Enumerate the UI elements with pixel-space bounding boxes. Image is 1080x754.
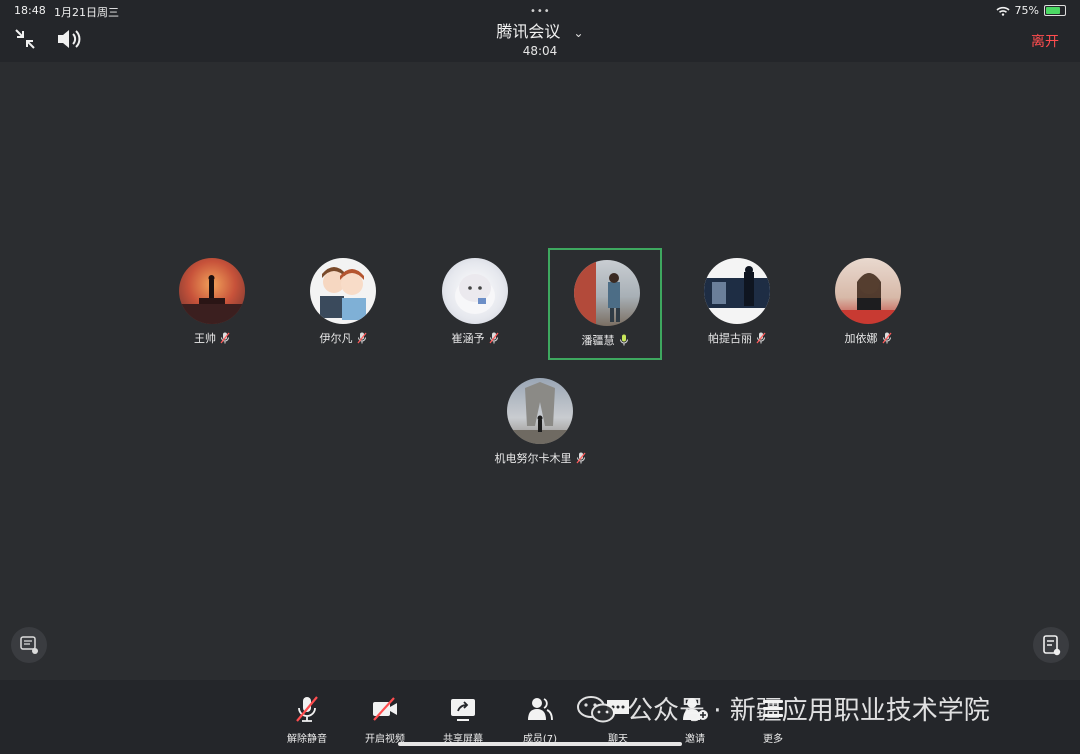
wechat-logo-icon (577, 695, 615, 722)
chat-bubble-toggle-button[interactable] (11, 627, 47, 663)
participant-tile[interactable]: 崔涵予 (418, 248, 532, 360)
share-screen-button[interactable]: 共享屏幕 (433, 694, 493, 745)
mic-off-icon (296, 696, 318, 722)
start-video-button[interactable]: 开启视频 (355, 694, 415, 745)
leave-button[interactable]: 离开 (1031, 31, 1059, 51)
mic-muted-icon (220, 332, 230, 344)
watermark: 公众号 · 新疆应用职业技术学院 (575, 690, 990, 727)
participant-tile[interactable]: 伊尔凡 (286, 248, 400, 360)
participant-name: 王帅 (194, 332, 216, 345)
members-button[interactable]: 成员(7) (510, 694, 570, 745)
avatar (574, 260, 640, 326)
mic-muted-icon (356, 332, 367, 344)
avatar (704, 258, 770, 324)
participant-tile[interactable]: 帕提古丽 (680, 248, 794, 360)
share-screen-icon (451, 699, 475, 721)
battery-icon (1044, 5, 1066, 16)
battery-fill (1046, 7, 1060, 14)
home-indicator[interactable] (398, 742, 682, 746)
participant-name: 伊尔凡 (319, 332, 353, 345)
participant-name: 潘疆慧 (581, 334, 615, 347)
multitask-dots-icon[interactable]: ••• (530, 6, 551, 17)
participant-name: 崔涵予 (451, 332, 485, 345)
mic-muted-icon (881, 332, 892, 344)
meeting-title-button[interactable]: 腾讯会议 ⌄ (0, 18, 1080, 42)
battery-percent: 75% (1014, 4, 1039, 17)
avatar (507, 378, 573, 444)
participant-name: 加依娜 (844, 332, 878, 345)
meeting-header: 腾讯会议 ⌄ 48:04 (0, 18, 1080, 58)
wifi-icon (996, 6, 1010, 16)
chevron-down-icon: ⌄ (573, 26, 584, 40)
meeting-title: 腾讯会议 (496, 22, 561, 41)
more-label: 更多 (763, 734, 783, 745)
status-time: 18:48 (14, 4, 46, 17)
avatar (442, 258, 508, 324)
meeting-timer: 48:04 (522, 44, 558, 58)
avatar (310, 258, 376, 324)
avatar (835, 258, 901, 324)
unmute-button[interactable]: 解除静音 (277, 694, 337, 745)
mic-muted-icon (575, 452, 586, 464)
notes-icon (1043, 635, 1061, 656)
mic-muted-icon (488, 332, 499, 344)
chat-bubble-icon (20, 636, 38, 654)
avatar (179, 258, 245, 324)
status-right: 75% (996, 4, 1066, 17)
participant-tile[interactable]: 机电努尔卡木里 (483, 368, 597, 480)
video-off-icon (373, 697, 397, 721)
unmute-label: 解除静音 (287, 734, 327, 745)
participant-tile-active-speaker[interactable]: 潘疆慧 (548, 248, 662, 360)
mic-muted-icon (756, 332, 766, 344)
mic-active-icon (619, 334, 628, 346)
participant-tile[interactable]: 加依娜 (811, 248, 925, 360)
participant-name: 帕提古丽 (708, 332, 752, 345)
watermark-text: 公众号 · 新疆应用职业技术学院 (627, 696, 990, 726)
participant-name: 机电努尔卡木里 (494, 452, 572, 465)
notes-button[interactable] (1033, 627, 1069, 663)
participant-tile[interactable]: 王帅 (155, 248, 269, 360)
members-icon (528, 698, 553, 721)
